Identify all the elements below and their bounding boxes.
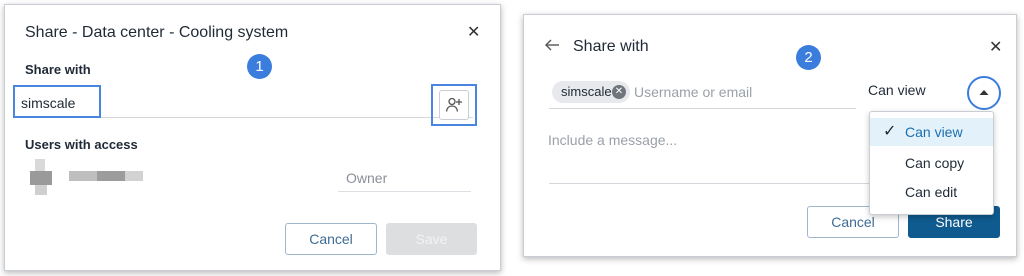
close-circle-icon[interactable]: ✕ (612, 85, 626, 99)
close-icon[interactable]: ✕ (467, 25, 480, 41)
add-user-icon (445, 97, 462, 112)
users-with-access-label: Users with access (25, 137, 138, 152)
dialog-title: Share - Data center - Cooling system (25, 24, 289, 41)
menu-item-can-edit[interactable]: Can edit (870, 178, 993, 206)
permission-menu: ✓ Can view Can copy Can edit (869, 111, 994, 215)
back-button[interactable] (544, 38, 560, 57)
caret-up-icon (979, 90, 989, 95)
permission-select[interactable]: Can view (868, 82, 926, 98)
user-input[interactable]: Username or email (634, 84, 752, 100)
search-value: simscale (21, 95, 76, 111)
share-with-label: Share with (25, 62, 91, 77)
share-dialog-step-2: Share with ✕ 2 simscale ✕ Username or em… (523, 14, 1017, 257)
permission-toggle[interactable] (967, 76, 1001, 110)
search-input[interactable]: simscale (13, 85, 101, 118)
share-dialog-step-1: Share - Data center - Cooling system ✕ 1… (4, 4, 501, 271)
message-underline (549, 183, 889, 184)
menu-item-can-view[interactable]: ✓ Can view (870, 118, 993, 146)
step-badge: 2 (796, 45, 821, 70)
add-user-highlight (431, 84, 477, 126)
cancel-button[interactable]: Cancel (285, 223, 377, 255)
dialog-title: Share with (573, 38, 649, 55)
step-badge: 1 (247, 54, 272, 79)
menu-item-can-copy[interactable]: Can copy (870, 149, 993, 177)
role-underline (338, 191, 471, 192)
recipient-chip: simscale ✕ (552, 81, 630, 103)
message-input[interactable]: Include a message... (548, 132, 677, 148)
save-button[interactable]: Save (386, 223, 477, 255)
arrow-left-icon (545, 39, 559, 51)
close-icon[interactable]: ✕ (989, 40, 1002, 56)
chip-label: simscale (561, 84, 612, 99)
checkmark-icon: ✓ (883, 123, 897, 140)
recipient-underline (549, 108, 856, 109)
owner-role: Owner (346, 170, 388, 186)
add-user-button[interactable] (439, 90, 469, 120)
